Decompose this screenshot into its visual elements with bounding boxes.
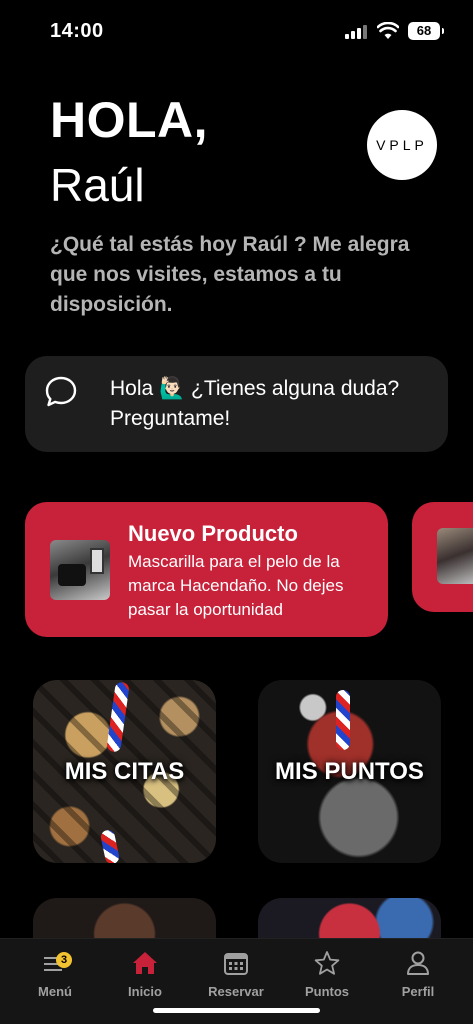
promo-thumbnail xyxy=(50,540,110,600)
home-indicator[interactable] xyxy=(153,1008,320,1013)
greeting-subtitle: ¿Qué tal estás hoy Raúl ? Me alegra que … xyxy=(50,233,410,316)
tile-mis-citas[interactable]: MIS CITAS xyxy=(33,680,216,863)
chat-bubble-icon xyxy=(45,376,77,407)
home-icon xyxy=(133,952,157,974)
chat-prompt-text: Hola 🙋🏻‍♂️ ¿Tienes alguna duda? Pregunta… xyxy=(110,377,400,430)
star-icon xyxy=(314,951,340,975)
battery-indicator: 68 xyxy=(408,22,444,40)
promo-thumbnail-next xyxy=(437,528,473,584)
greeting-name: Raúl xyxy=(50,159,145,211)
calendar-icon xyxy=(224,953,248,975)
tab-reservar-label: Reservar xyxy=(208,984,264,999)
wifi-icon xyxy=(377,22,399,39)
tab-inicio-label: Inicio xyxy=(128,984,162,999)
tab-menu-label: Menú xyxy=(38,984,72,999)
tile-mis-puntos-label: MIS PUNTOS xyxy=(275,758,424,785)
person-icon xyxy=(407,951,429,975)
tab-perfil[interactable]: Perfil xyxy=(373,950,463,999)
menu-badge: 3 xyxy=(56,952,72,968)
tab-menu[interactable]: Menú xyxy=(10,950,100,999)
promo-description: Mascarilla para el pelo de la marca Hace… xyxy=(128,552,344,619)
tab-perfil-label: Perfil xyxy=(401,984,435,999)
tab-puntos[interactable]: Puntos xyxy=(282,950,372,999)
greeting-title: HOLA, xyxy=(50,92,209,148)
promo-title: Nuevo Producto xyxy=(128,521,298,546)
status-bar: 14:00 68 xyxy=(0,0,473,62)
brand-logo[interactable]: VPLP xyxy=(367,110,437,180)
tab-reservar[interactable]: Reservar xyxy=(191,950,281,999)
signal-icon xyxy=(345,25,369,39)
tab-puntos-label: Puntos xyxy=(304,984,350,999)
tile-mis-citas-label: MIS CITAS xyxy=(64,758,185,785)
status-time: 14:00 xyxy=(50,20,104,42)
tile-mis-puntos[interactable]: MIS PUNTOS xyxy=(258,680,441,863)
tab-inicio[interactable]: Inicio xyxy=(100,950,190,999)
